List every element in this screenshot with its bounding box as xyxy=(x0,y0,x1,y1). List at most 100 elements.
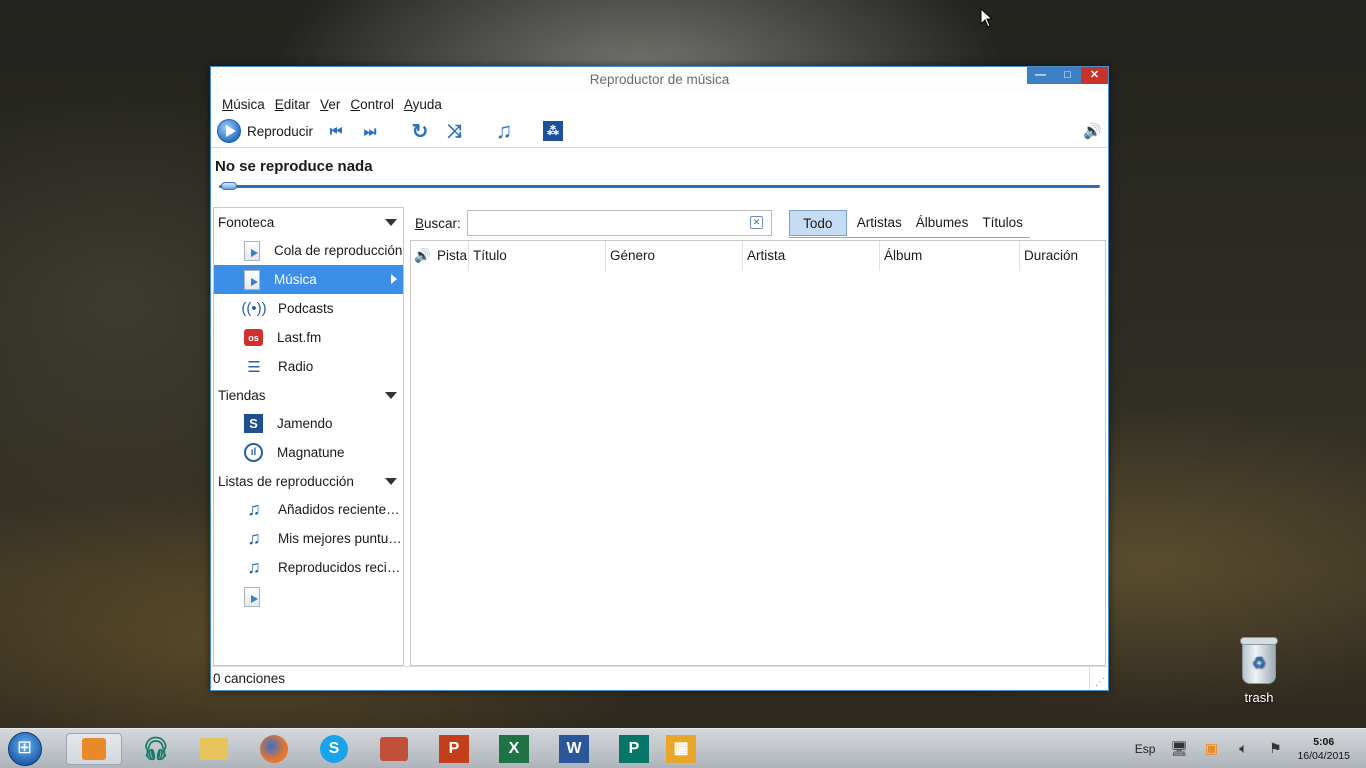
taskbar-app-excel[interactable]: X xyxy=(498,733,530,765)
taskbar-app-skype[interactable]: S xyxy=(318,733,350,765)
podcast-icon: ((•)) xyxy=(241,300,267,317)
track-list-header: 🔊 Pista Título Género Artista Álbum Dura… xyxy=(411,241,1105,271)
shuffle-button[interactable]: ⤨ xyxy=(443,120,465,142)
taskbar-app-headphones[interactable]: 🎧︎ xyxy=(140,733,172,765)
sidebar: Fonoteca Cola de reproducción Música ((•… xyxy=(213,207,404,666)
filter-tab-albumes[interactable]: Álbumes xyxy=(909,210,976,236)
network-icon[interactable]: 🖥︎ xyxy=(1169,740,1189,758)
column-header-album[interactable]: Álbum xyxy=(880,241,1020,271)
taskbar-app-video-maker[interactable] xyxy=(378,733,410,765)
column-header-genero[interactable]: Género xyxy=(606,241,743,271)
sidebar-item-playlist-file[interactable] xyxy=(214,582,403,611)
publisher-icon: P xyxy=(619,735,649,763)
sidebar-item-jamendo[interactable]: S Jamendo xyxy=(214,409,403,438)
title-bar[interactable]: Reproductor de música — □ ✕ xyxy=(211,67,1108,93)
taskbar-app-project[interactable]: ▦ xyxy=(665,733,697,765)
close-button[interactable]: ✕ xyxy=(1081,67,1108,84)
music-file-icon xyxy=(244,269,260,290)
desktop-icon-trash[interactable]: trash xyxy=(1226,637,1292,705)
column-header-duracion[interactable]: Duración xyxy=(1020,241,1100,271)
firefox-icon xyxy=(260,735,288,763)
chevron-right-icon xyxy=(391,274,397,284)
lastfm-icon: os xyxy=(244,329,263,346)
sidebar-item-top-rated[interactable]: ♫ Mis mejores puntuaciones xyxy=(214,524,403,553)
menu-musica[interactable]: Música xyxy=(217,97,270,112)
menu-control[interactable]: Control xyxy=(345,97,399,112)
sidebar-item-lastfm[interactable]: os Last.fm xyxy=(214,323,403,352)
main-panel: Buscar: Todo Artistas Álbumes Títulos ✕ … xyxy=(410,207,1106,666)
skype-icon: S xyxy=(320,735,348,763)
search-input[interactable] xyxy=(466,210,772,236)
toolbar: Reproducir ⏮ ⏭ ↻ ⤨ ♫ ⁂ 🔊 xyxy=(211,115,1108,147)
seek-bar[interactable] xyxy=(219,179,1100,195)
taskbar-app-powerpoint[interactable]: P xyxy=(438,733,470,765)
excel-icon: X xyxy=(499,735,529,763)
sidebar-item-radio[interactable]: ☰ Radio xyxy=(214,352,403,381)
playlist-icon: ♫ xyxy=(247,528,261,548)
music-player-tray-icon[interactable]: ▣ xyxy=(1201,740,1221,758)
flag-icon[interactable]: ⚑ xyxy=(1265,740,1285,758)
play-button[interactable]: Reproducir xyxy=(217,117,313,145)
headphones-icon: 🎧︎ xyxy=(142,736,170,761)
system-tray: Esp 🖥︎ ▣ 🔈︎ ⚑ 5:06 16/04/2015 xyxy=(1135,729,1366,768)
taskbar-app-publisher[interactable]: P xyxy=(618,733,650,765)
play-icon xyxy=(217,119,241,143)
sidebar-item-podcasts[interactable]: ((•)) Podcasts xyxy=(214,294,403,323)
minimize-button[interactable]: — xyxy=(1027,67,1054,84)
sidebar-item-recently-added[interactable]: ♫ Añadidos recientemente xyxy=(214,495,403,524)
filter-tab-titulos[interactable]: Títulos xyxy=(975,210,1030,236)
filter-tab-artistas[interactable]: Artistas xyxy=(850,210,909,236)
chevron-down-icon xyxy=(385,391,397,399)
speaker-icon: 🔊 xyxy=(414,248,431,263)
taskbar-app-firefox[interactable] xyxy=(258,733,290,765)
clock-time: 5:06 xyxy=(1313,736,1335,748)
seek-handle[interactable] xyxy=(221,182,237,190)
track-list[interactable]: 🔊 Pista Título Género Artista Álbum Dura… xyxy=(410,240,1106,666)
menu-ver[interactable]: Ver xyxy=(315,97,345,112)
sidebar-item-queue[interactable]: Cola de reproducción xyxy=(214,236,403,265)
column-header-pista[interactable]: Pista xyxy=(433,241,469,271)
seek-track xyxy=(219,185,1100,188)
menu-editar[interactable]: Editar xyxy=(270,97,315,112)
taskbar-app-music-player[interactable] xyxy=(66,733,122,765)
volume-icon[interactable]: 🔊 xyxy=(1083,122,1102,140)
music-player-icon xyxy=(82,738,106,760)
next-button[interactable]: ⏭ xyxy=(359,120,381,142)
search-label: Buscar: xyxy=(415,215,461,231)
taskbar: 🎧︎ S P X W P ▦ Esp 🖥︎ ▣ 🔈︎ ⚑ 5:06 16/04/… xyxy=(0,728,1366,768)
sidebar-item-magnatune[interactable]: ıl Magnatune xyxy=(214,438,403,467)
filter-tab-todo[interactable]: Todo xyxy=(788,209,847,236)
section-header-listas[interactable]: Listas de reproducción xyxy=(214,467,403,495)
trash-label: trash xyxy=(1244,690,1274,705)
powerpoint-icon: P xyxy=(439,735,469,763)
taskbar-app-word[interactable]: W xyxy=(558,733,590,765)
maximize-button[interactable]: □ xyxy=(1054,67,1081,84)
taskbar-app-file-explorer[interactable] xyxy=(198,733,230,765)
repeat-button[interactable]: ↻ xyxy=(409,120,431,143)
menu-ayuda[interactable]: Ayuda xyxy=(399,97,447,112)
music-note-button[interactable]: ♫ xyxy=(493,118,515,143)
column-header-artista[interactable]: Artista xyxy=(743,241,880,271)
column-header-titulo[interactable]: Título xyxy=(469,241,606,271)
section-header-tiendas[interactable]: Tiendas xyxy=(214,381,403,409)
clear-search-icon[interactable]: ✕ xyxy=(750,216,763,229)
visualizer-button[interactable]: ⁂ xyxy=(543,121,564,141)
resize-grip[interactable] xyxy=(1089,667,1108,690)
clock[interactable]: 5:06 16/04/2015 xyxy=(1297,735,1350,763)
trash-icon xyxy=(1240,637,1278,684)
now-playing-text: No se reproduce nada xyxy=(211,147,1108,179)
speaker-icon[interactable]: 🔈︎ xyxy=(1233,740,1253,758)
sidebar-item-recently-played[interactable]: ♫ Reproducidos recientemente xyxy=(214,553,403,582)
sidebar-item-musica[interactable]: Música xyxy=(214,265,403,294)
language-indicator[interactable]: Esp xyxy=(1135,742,1156,756)
jamendo-icon: S xyxy=(244,414,263,433)
section-header-fonoteca[interactable]: Fonoteca xyxy=(214,208,403,236)
radio-icon: ☰ xyxy=(247,358,261,376)
previous-button[interactable]: ⏮ xyxy=(325,120,347,142)
start-button[interactable] xyxy=(8,732,42,766)
filter-tabs: Todo Artistas Álbumes Títulos xyxy=(788,209,1030,238)
menu-bar: Música Editar Ver Control Ayuda xyxy=(211,93,1108,115)
mouse-cursor xyxy=(980,8,994,28)
play-label: Reproducir xyxy=(247,123,314,139)
playlist-icon: ♫ xyxy=(247,557,261,577)
